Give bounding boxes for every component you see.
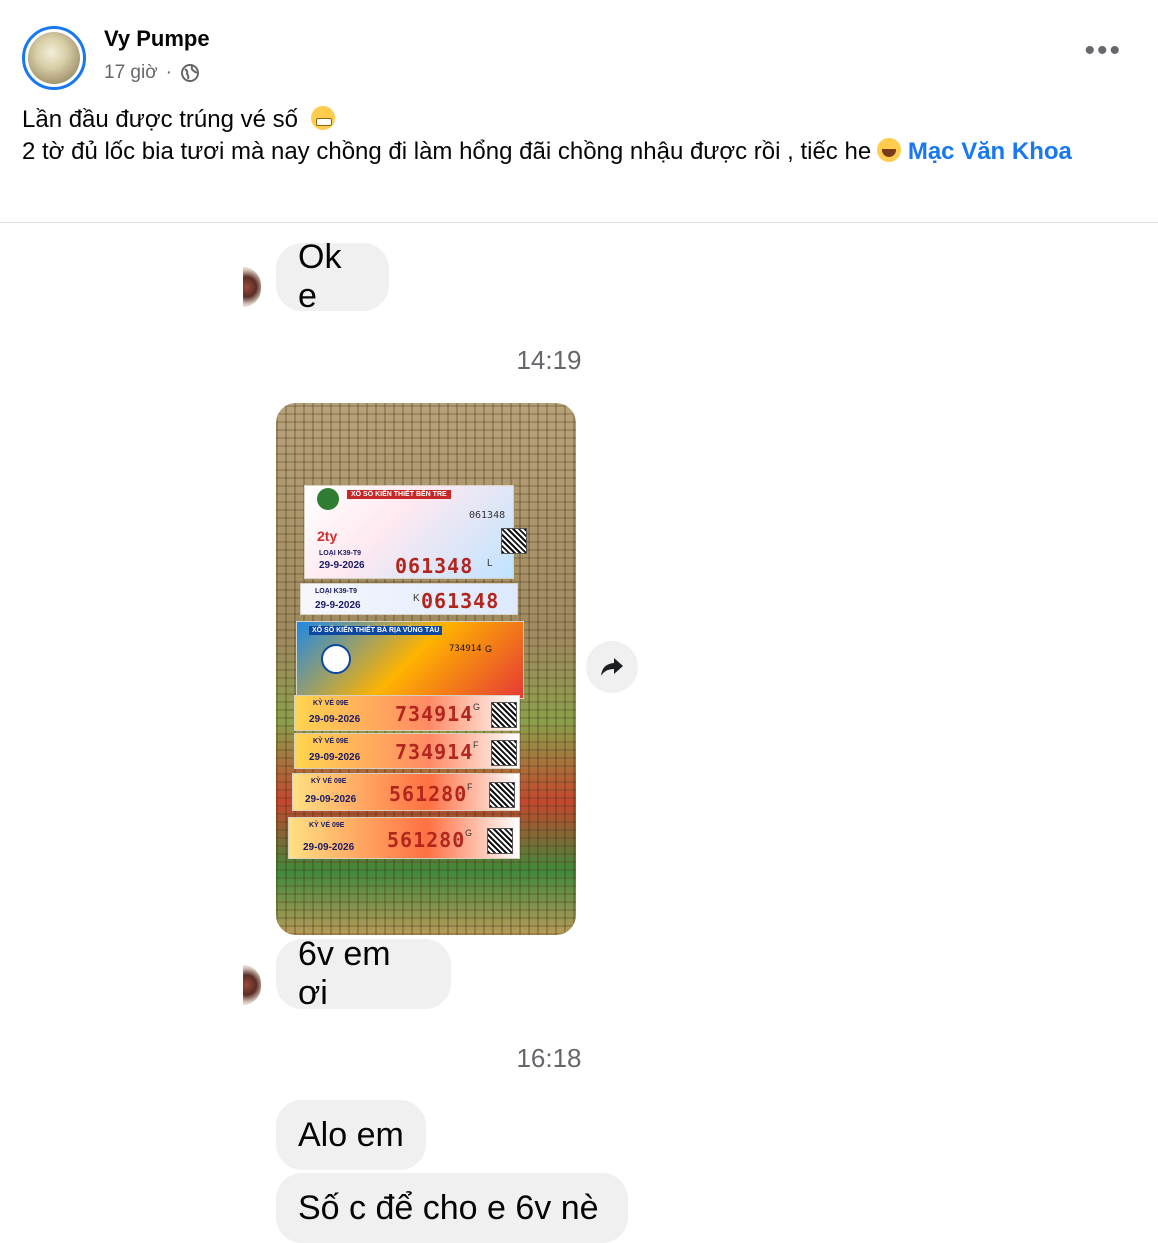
ticket-ben-tre-2: LOẠI K39-T9 29-9-2026 K 061348 — [300, 583, 518, 615]
qr-code-icon — [489, 782, 515, 808]
ticket-number: 561280 — [389, 782, 468, 806]
post-text: Lần đầu được trúng vé số 2 tờ đủ lốc bia… — [22, 104, 1132, 168]
chat-timestamp: 16:18 — [516, 1043, 582, 1073]
globe-icon[interactable] — [180, 63, 200, 83]
ticket-ba-ria-vung-tau: XỔ SỐ KIẾN THIẾT BÀ RỊA VŨNG TÀU 734914 … — [296, 621, 524, 699]
post-time[interactable]: 17 giờ — [104, 62, 158, 84]
chat-bubble: Ok e — [276, 238, 389, 315]
ticket-number: 734914 — [395, 702, 474, 726]
author-name[interactable]: Vy Pumpe — [104, 26, 210, 52]
qr-code-icon — [501, 528, 527, 554]
ticket-561280-g: KỲ VÉ 09E 29-09-2026 561280 G — [288, 817, 520, 859]
facebook-post: Vy Pumpe 17 giờ · ••• Lần đầu được trúng… — [0, 0, 1158, 1243]
ticket-number: 061348 — [395, 554, 474, 578]
ticket-734914-f: KỲ VÉ 09E 29-09-2026 734914 F — [294, 733, 520, 769]
forward-share-icon[interactable] — [586, 641, 638, 693]
avatar-image — [28, 32, 80, 84]
meta-separator: · — [165, 62, 172, 83]
ticket-734914-g: KỲ VÉ 09E 29-09-2026 734914 G — [294, 695, 520, 731]
author-avatar[interactable] — [22, 26, 86, 90]
sender-avatar — [243, 965, 261, 1005]
sender-avatar — [243, 267, 261, 307]
ticket-ben-tre: XỔ SỐ KIẾN THIẾT BẾN TRE 061348 2ty LOẠI… — [304, 485, 527, 579]
qr-code-icon — [487, 828, 513, 854]
grimace-emoji-icon — [310, 106, 335, 130]
post-line-2: 2 tờ đủ lốc bia tươi mà nay chồng đi làm… — [22, 138, 1072, 165]
chat-bubble: Alo em — [276, 1100, 426, 1170]
qr-code-icon — [491, 702, 517, 728]
mention-link[interactable]: Mạc Văn Khoa — [908, 138, 1072, 165]
ticket-number: 561280 — [387, 828, 466, 852]
share-arrow-icon — [601, 658, 623, 676]
lottery-tickets-photo[interactable]: XỔ SỐ KIẾN THIẾT BẾN TRE 061348 2ty LOẠI… — [276, 403, 576, 935]
chat-screenshot[interactable]: Ok e 14:19 XỔ SỐ KIẾN THIẾT BẾN TRE 0613… — [0, 223, 1158, 1243]
chat-timestamp: 14:19 — [516, 345, 582, 375]
more-options-icon[interactable]: ••• — [1084, 36, 1122, 66]
ticket-561280-f: KỲ VÉ 09E 29-09-2026 561280 F — [292, 773, 520, 811]
ticket-number: 734914 — [395, 740, 474, 764]
post-meta: 17 giờ · — [104, 62, 200, 84]
ticket-number: 061348 — [421, 589, 500, 613]
qr-code-icon — [491, 740, 517, 766]
post-line-1: Lần đầu được trúng vé số — [22, 104, 1132, 136]
laughing-emoji-icon — [877, 138, 902, 162]
chat-bubble: 6v em ơi — [276, 935, 451, 1012]
chat-bubble: Số c để cho e 6v nè — [276, 1173, 628, 1243]
